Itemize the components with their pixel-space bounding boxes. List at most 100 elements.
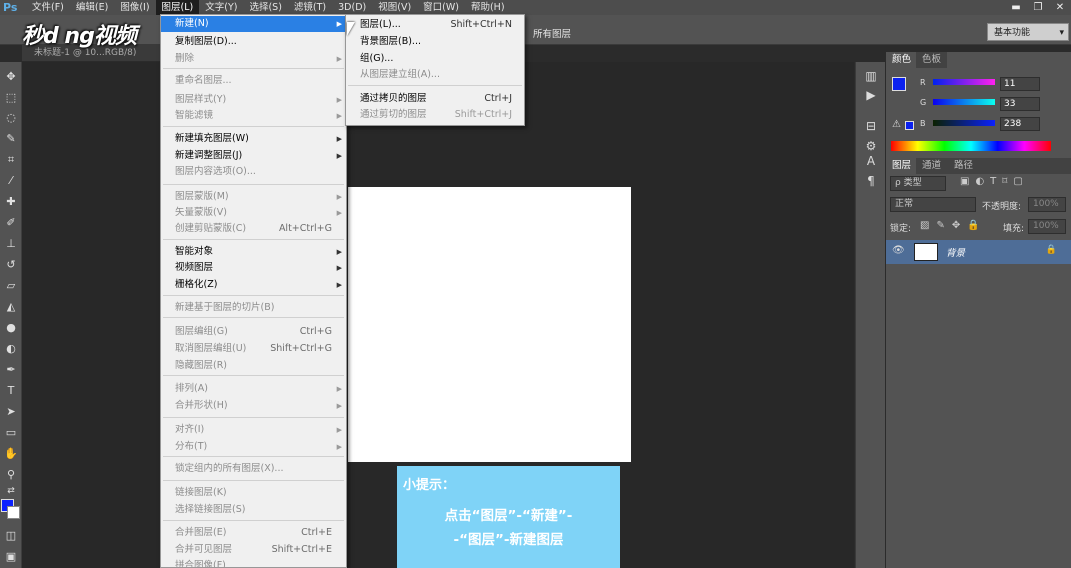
menu-5[interactable]: 选择(S) <box>243 0 287 15</box>
layer-menu-item-19[interactable]: 排列(A) ▶ <box>161 381 346 397</box>
layer-row-background[interactable]: 👁 背景 🔒 <box>886 240 1071 264</box>
layer-menu-item-4[interactable]: 图层样式(Y) ▶ <box>161 92 346 108</box>
menu-4[interactable]: 文字(Y) <box>199 0 243 15</box>
tab-paths[interactable]: 路径 <box>948 158 980 174</box>
layer-menu-item-25[interactable]: 选择链接图层(S) <box>161 502 346 518</box>
eraser-tool-icon[interactable]: ▱ <box>0 277 22 295</box>
menu-8[interactable]: 视图(V) <box>372 0 417 15</box>
layer-menu-item-18[interactable]: 隐藏图层(R) <box>161 358 346 374</box>
layer-menu-item-2[interactable]: 删除 ▶ <box>161 51 346 67</box>
layer-menu-item-23[interactable]: 锁定组内的所有图层(X)... <box>161 461 346 477</box>
layer-filter-icons[interactable]: ▣◐T⌑▢ <box>960 176 1029 187</box>
tab-channels[interactable]: 通道 <box>916 158 948 174</box>
path-selection-tool-icon[interactable]: ➤ <box>0 403 22 421</box>
workspace-select[interactable]: 基本功能 <box>987 23 1069 42</box>
restore-button[interactable]: ❐ <box>1027 0 1049 15</box>
rectangle-tool-icon[interactable]: ▭ <box>0 424 22 442</box>
layer-menu-item-12[interactable]: 智能对象 ▶ <box>161 244 346 260</box>
layer-menu-item-28[interactable]: 拼合图像(F) <box>161 558 346 567</box>
layer-menu-item-20[interactable]: 合并形状(H) ▶ <box>161 398 346 414</box>
new-submenu-item-1[interactable]: 背景图层(B)... <box>346 34 524 50</box>
layer-menu-item-6[interactable]: 新建填充图层(W) ▶ <box>161 131 346 147</box>
opacity-field[interactable]: 100% <box>1028 197 1066 212</box>
tab-layers[interactable]: 图层 <box>886 158 918 174</box>
green-slider[interactable] <box>933 99 995 105</box>
layer-menu-item-24[interactable]: 链接图层(K) <box>161 485 346 501</box>
menu-2[interactable]: 图像(I) <box>114 0 155 15</box>
layer-menu-item-21[interactable]: 对齐(I) ▶ <box>161 422 346 438</box>
sample-all-layers-label[interactable]: 所有图层 <box>533 26 571 40</box>
layer-menu-item-27[interactable]: 合并可见图层 Shift+Ctrl+E <box>161 542 346 558</box>
layer-menu-item-5[interactable]: 智能滤镜 ▶ <box>161 108 346 124</box>
close-button[interactable]: ✕ <box>1049 0 1071 15</box>
menu-6[interactable]: 滤镜(T) <box>288 0 332 15</box>
web-color-swatch[interactable] <box>905 121 914 130</box>
layer-menu-item-26[interactable]: 合并图层(E) Ctrl+E <box>161 525 346 541</box>
blue-slider[interactable] <box>933 120 995 126</box>
menu-7[interactable]: 3D(D) <box>332 0 372 15</box>
menu-10[interactable]: 帮助(H) <box>465 0 511 15</box>
color-spectrum-bar[interactable] <box>891 141 1051 151</box>
menu-1[interactable]: 编辑(E) <box>70 0 114 15</box>
layer-menu-item-14[interactable]: 栅格化(Z) ▶ <box>161 277 346 293</box>
swap-colors-icon[interactable]: ⇄ <box>0 482 22 500</box>
background-color-swatch[interactable] <box>7 506 20 519</box>
type-tool-icon[interactable]: T <box>0 382 22 400</box>
layer-menu-item-8[interactable]: 图层内容选项(O)... <box>161 164 346 180</box>
new-submenu-item-4[interactable]: 通过拷贝的图层 Ctrl+J <box>346 91 524 107</box>
lock-option-icons[interactable]: ▨✎✥🔒 <box>920 220 987 231</box>
brush-tool-icon[interactable]: ✐ <box>0 214 22 232</box>
minimize-button[interactable]: ▬ <box>1005 0 1027 15</box>
marquee-tool-icon[interactable]: ⬚ <box>0 89 22 107</box>
layer-menu-item-0[interactable]: 新建(N) ▶ <box>161 16 346 32</box>
layer-filter-select[interactable]: ρ 类型 <box>890 176 946 191</box>
color-panel-foreground-swatch[interactable] <box>892 77 906 91</box>
layer-menu-item-9[interactable]: 图层蒙版(M) ▶ <box>161 189 346 205</box>
new-submenu-item-3[interactable]: 从图层建立组(A)... <box>346 67 524 83</box>
screen-mode-icon[interactable]: ▣ <box>0 548 22 566</box>
quick-mask-icon[interactable]: ◫ <box>0 527 22 545</box>
new-submenu-item-0[interactable]: 图层(L)... Shift+Ctrl+N <box>346 17 524 33</box>
new-submenu-item-5[interactable]: 通过剪切的图层 Shift+Ctrl+J <box>346 107 524 123</box>
visibility-eye-icon[interactable]: 👁 <box>892 245 905 256</box>
blur-tool-icon[interactable]: ● <box>0 319 22 337</box>
layer-menu-item-11[interactable]: 创建剪贴蒙版(C) Alt+Ctrl+G <box>161 221 346 237</box>
document-canvas[interactable] <box>348 187 631 462</box>
layer-menu-item-16[interactable]: 图层编组(G) Ctrl+G <box>161 324 346 340</box>
layer-menu-item-17[interactable]: 取消图层编组(U) Shift+Ctrl+G <box>161 341 346 357</box>
quick-select-tool-icon[interactable]: ✎ <box>0 130 22 148</box>
actions-play-icon[interactable]: ▶ <box>860 86 882 104</box>
character-panel-icon[interactable]: A <box>860 152 882 170</box>
paint-bucket-tool-icon[interactable]: ◭ <box>0 298 22 316</box>
layer-menu-item-1[interactable]: 复制图层(D)... <box>161 34 346 50</box>
layer-name[interactable]: 背景 <box>946 245 965 259</box>
history-panel-icon[interactable]: ▥ <box>860 67 882 85</box>
hand-tool-icon[interactable]: ✋ <box>0 445 22 463</box>
menu-0[interactable]: 文件(F) <box>26 0 70 15</box>
tab-color[interactable]: 颜色 <box>886 52 918 68</box>
layer-menu-item-3[interactable]: 重命名图层... <box>161 73 346 89</box>
healing-brush-tool-icon[interactable]: ✚ <box>0 193 22 211</box>
layer-menu-item-10[interactable]: 矢量蒙版(V) ▶ <box>161 205 346 221</box>
move-tool-icon[interactable]: ✥ <box>0 68 22 86</box>
green-value-field[interactable]: 33 <box>1000 97 1040 111</box>
red-slider[interactable] <box>933 79 995 85</box>
crop-tool-icon[interactable]: ⌗ <box>0 151 22 169</box>
paragraph-panel-icon[interactable]: ¶ <box>860 172 882 190</box>
layer-menu-item-22[interactable]: 分布(T) ▶ <box>161 439 346 455</box>
menu-3[interactable]: 图层(L) <box>155 0 200 15</box>
dodge-tool-icon[interactable]: ◐ <box>0 340 22 358</box>
blend-mode-select[interactable]: 正常 <box>890 197 976 212</box>
pen-tool-icon[interactable]: ✒ <box>0 361 22 379</box>
fill-field[interactable]: 100% <box>1028 219 1066 234</box>
layer-menu-item-13[interactable]: 视频图层 ▶ <box>161 260 346 276</box>
red-value-field[interactable]: 11 <box>1000 77 1040 91</box>
layer-menu-item-7[interactable]: 新建调整图层(J) ▶ <box>161 148 346 164</box>
properties-panel-icon[interactable]: ⊟ <box>860 117 882 135</box>
tab-swatches[interactable]: 色板 <box>916 52 948 68</box>
new-submenu-item-2[interactable]: 组(G)... <box>346 51 524 67</box>
menu-9[interactable]: 窗口(W) <box>417 0 465 15</box>
clone-stamp-tool-icon[interactable]: ⊥ <box>0 235 22 253</box>
history-brush-tool-icon[interactable]: ↺ <box>0 256 22 274</box>
blue-value-field[interactable]: 238 <box>1000 117 1040 131</box>
